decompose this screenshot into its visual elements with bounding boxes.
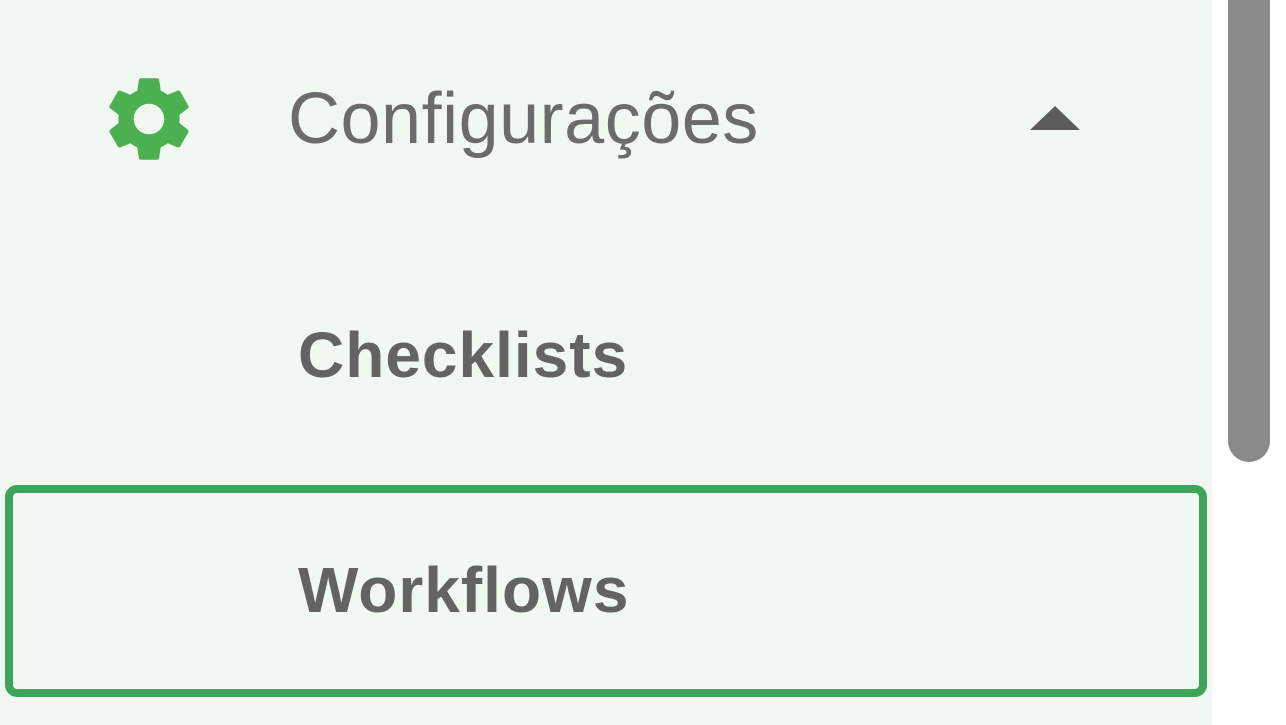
- submenu-item-workflows[interactable]: Workflows: [5, 485, 1207, 697]
- caret-up-icon[interactable]: [1028, 104, 1082, 132]
- scrollbar-thumb[interactable]: [1228, 0, 1270, 462]
- configuracoes-menu-header[interactable]: Configurações: [0, 40, 1212, 200]
- gear-icon: [109, 78, 189, 160]
- submenu-item-label: Workflows: [298, 554, 630, 626]
- sidebar-menu: Configurações Checklists Workflows: [0, 0, 1212, 725]
- configuracoes-label: Configurações: [288, 79, 759, 159]
- submenu-item-checklists[interactable]: Checklists: [8, 250, 1204, 456]
- submenu-item-label: Checklists: [298, 319, 629, 391]
